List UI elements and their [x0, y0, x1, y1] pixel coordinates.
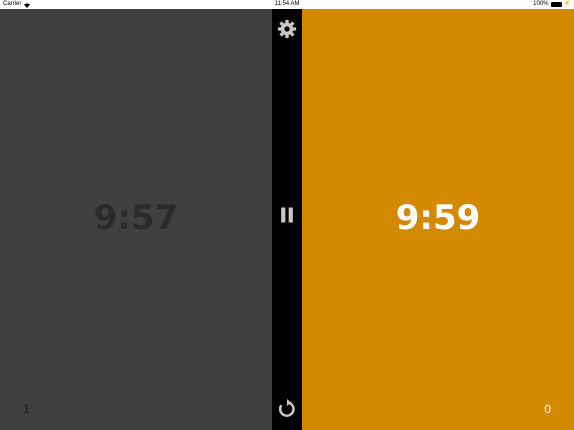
- player-right-move-count: 0: [544, 402, 551, 416]
- battery-icon: [550, 2, 562, 7]
- player-left-time: 9:57: [93, 198, 179, 238]
- battery-percent: 100%: [533, 1, 549, 7]
- chess-clock-screen: Carrier 11:54 AM 100% ⚡ 9:57 1 9:59 0: [0, 0, 574, 430]
- status-right: 100% ⚡: [533, 0, 571, 9]
- player-right-time: 9:59: [395, 198, 481, 238]
- settings-button[interactable]: [277, 19, 297, 39]
- player-right-clock[interactable]: 9:59 0: [302, 9, 574, 430]
- reset-button[interactable]: [277, 399, 297, 419]
- battery-fill: [551, 3, 561, 6]
- charging-icon: ⚡: [563, 1, 571, 7]
- gear-icon: [277, 19, 297, 39]
- status-time: 11:54 AM: [274, 1, 300, 7]
- pause-icon: [281, 207, 293, 223]
- player-left-clock[interactable]: 9:57 1: [0, 9, 272, 430]
- pause-button[interactable]: [277, 205, 297, 225]
- player-left-move-count: 1: [23, 402, 30, 416]
- status-bar: Carrier 11:54 AM 100% ⚡: [0, 0, 574, 9]
- control-bar: [272, 9, 302, 430]
- reset-icon: [278, 399, 295, 417]
